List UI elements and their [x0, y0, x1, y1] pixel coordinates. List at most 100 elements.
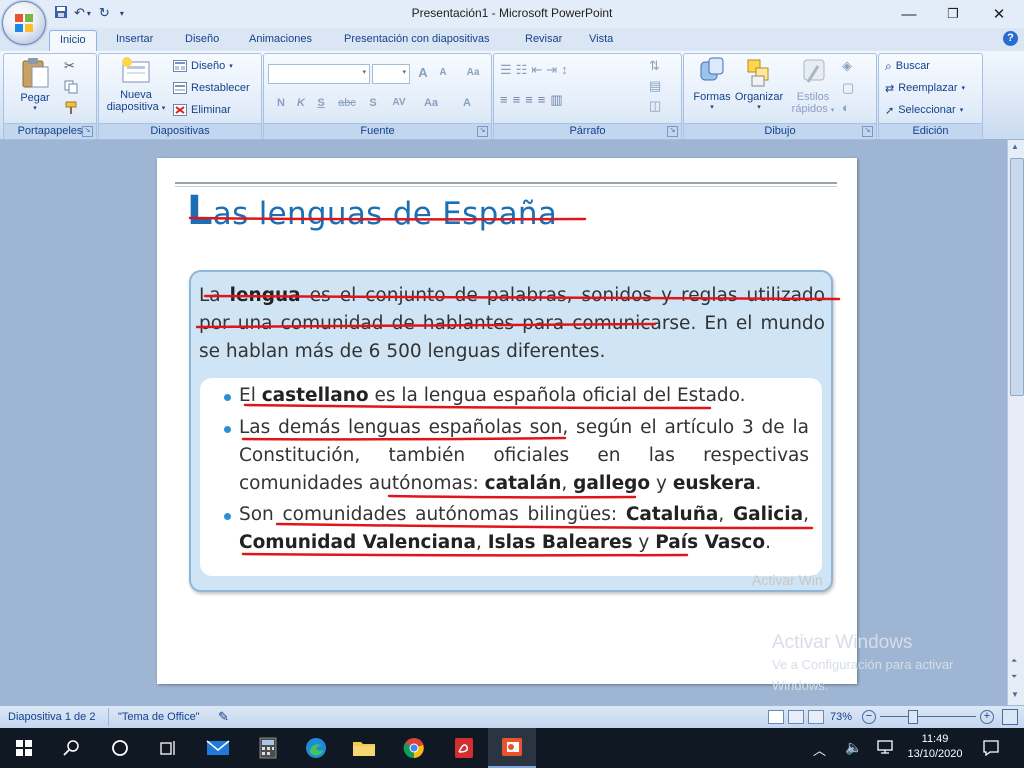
columns-icon[interactable]: ▥: [550, 92, 567, 107]
align-left-icon[interactable]: ≡: [500, 92, 513, 107]
close-button[interactable]: ✕: [976, 0, 1022, 28]
zoom-slider[interactable]: [880, 716, 976, 717]
change-case-button[interactable]: Aa: [418, 94, 444, 112]
slide-title[interactable]: Las lenguas de España: [187, 188, 557, 234]
taskbar-file-explorer[interactable]: [340, 728, 388, 768]
taskbar-acrobat[interactable]: [440, 728, 488, 768]
text-direction-icon[interactable]: ⇅: [649, 58, 660, 74]
font-color-button[interactable]: A: [454, 94, 480, 112]
arrange-button[interactable]: Organizar ▾: [734, 56, 784, 111]
minimize-button[interactable]: —: [886, 0, 932, 28]
taskbar-chrome[interactable]: [390, 728, 438, 768]
font-launcher-icon[interactable]: ↘: [477, 126, 488, 137]
copy-icon[interactable]: [64, 80, 78, 97]
font-name-select[interactable]: ▾: [268, 64, 370, 84]
tab-insertar[interactable]: Insertar: [106, 30, 163, 51]
slide-canvas[interactable]: Las lenguas de España La lengua es el co…: [157, 158, 857, 684]
indent-increase-icon[interactable]: ⇥: [546, 62, 561, 77]
taskbar-edge[interactable]: [292, 728, 340, 768]
search-button[interactable]: [48, 728, 96, 768]
zoom-in-icon[interactable]: +: [980, 710, 994, 724]
reset-button[interactable]: Restablecer: [173, 78, 250, 98]
align-right-icon[interactable]: ≡: [525, 92, 538, 107]
paste-icon: [22, 58, 49, 88]
numbering-icon[interactable]: ☷: [516, 62, 532, 77]
start-button[interactable]: [0, 728, 48, 768]
slideshow-view-icon[interactable]: [808, 710, 824, 724]
italic-button[interactable]: K: [292, 94, 310, 112]
shape-effects-icon[interactable]: ◐: [842, 100, 850, 115]
bullets-icon[interactable]: ☰: [500, 62, 516, 77]
new-slide-icon: [122, 57, 150, 83]
alignment-buttons[interactable]: ≡≡≡≡▥: [500, 92, 568, 108]
definition-box[interactable]: La lengua es el conjunto de palabras, so…: [189, 270, 833, 592]
spellcheck-icon[interactable]: ✎: [218, 709, 229, 725]
clipboard-launcher-icon[interactable]: ↘: [82, 126, 93, 137]
new-slide-label2: diapositiva ▾: [106, 101, 166, 113]
taskbar-calculator[interactable]: [244, 728, 292, 768]
prev-slide-icon[interactable]: ⏶: [1011, 656, 1017, 666]
format-painter-icon[interactable]: [64, 101, 78, 118]
align-center-icon[interactable]: ≡: [513, 92, 526, 107]
tab-diseno[interactable]: Diseño: [175, 30, 229, 51]
tab-revisar[interactable]: Revisar: [515, 30, 572, 51]
cortana-button[interactable]: [96, 728, 144, 768]
drawing-launcher-icon[interactable]: ↘: [862, 126, 873, 137]
paragraph-launcher-icon[interactable]: ↘: [667, 126, 678, 137]
font-size-select[interactable]: ▾: [372, 64, 410, 84]
strikethrough-button[interactable]: abc: [334, 94, 360, 112]
help-icon[interactable]: ?: [1003, 31, 1018, 46]
delete-slide-button[interactable]: Eliminar: [173, 100, 231, 120]
maximize-button[interactable]: ❐: [930, 0, 976, 28]
next-slide-icon[interactable]: ⏷: [1011, 672, 1017, 682]
taskbar-mail[interactable]: [194, 728, 242, 768]
tab-presentacion[interactable]: Presentación con diapositivas: [334, 30, 500, 51]
normal-view-icon[interactable]: [768, 710, 784, 724]
search-icon: [63, 740, 79, 756]
new-slide-button[interactable]: Nueva diapositiva ▾: [103, 56, 169, 113]
notifications-icon[interactable]: [982, 739, 1000, 760]
cut-icon[interactable]: ✂: [64, 58, 75, 74]
smartart-icon[interactable]: ◫: [649, 98, 661, 114]
shapes-button[interactable]: Formas ▾: [688, 56, 736, 111]
select-button[interactable]: ➚ Seleccionar ▾: [885, 100, 963, 120]
paste-button[interactable]: Pegar ▾: [18, 57, 52, 117]
show-hidden-icons-icon[interactable]: ︿: [813, 740, 826, 759]
justify-icon[interactable]: ≡: [538, 92, 551, 107]
find-button[interactable]: ⌕ Buscar: [885, 56, 930, 76]
grow-font-button[interactable]: A: [414, 64, 432, 82]
office-button[interactable]: [2, 1, 46, 45]
list-buttons[interactable]: ☰☷⇤⇥↕: [500, 62, 572, 78]
fit-to-window-icon[interactable]: [1002, 709, 1018, 725]
shape-fill-icon[interactable]: ◈: [842, 58, 852, 74]
shrink-font-button[interactable]: A: [434, 64, 452, 82]
char-spacing-button[interactable]: AV: [386, 94, 412, 112]
line-spacing-icon[interactable]: ↕: [561, 62, 572, 77]
tab-vista[interactable]: Vista: [579, 30, 623, 51]
bold-button[interactable]: N: [272, 94, 290, 112]
taskbar-powerpoint[interactable]: [488, 728, 536, 768]
scroll-down-icon[interactable]: ▼: [1011, 690, 1019, 699]
vertical-scroll-thumb[interactable]: [1010, 158, 1024, 396]
network-icon[interactable]: [876, 739, 894, 758]
window-title: Presentación1 - Microsoft PowerPoint: [411, 6, 613, 20]
zoom-level[interactable]: 73%: [830, 711, 852, 723]
tab-inicio[interactable]: Inicio: [49, 30, 97, 52]
tab-animaciones[interactable]: Animaciones: [239, 30, 322, 51]
clear-format-icon[interactable]: Aa: [464, 64, 482, 82]
system-clock[interactable]: 11:49 13/10/2020: [905, 732, 965, 762]
zoom-slider-thumb[interactable]: [908, 710, 918, 724]
align-text-icon[interactable]: ▤: [649, 78, 661, 94]
quick-styles-button[interactable]: Estilos rápidos ▾: [788, 56, 838, 115]
shadow-button[interactable]: S: [364, 94, 382, 112]
volume-icon[interactable]: 🔈: [845, 739, 862, 756]
task-view-button[interactable]: [144, 728, 192, 768]
replace-button[interactable]: ⇄ Reemplazar ▾: [885, 78, 965, 98]
scroll-up-icon[interactable]: ▲: [1011, 142, 1019, 151]
shape-outline-icon[interactable]: ▢: [842, 80, 854, 96]
indent-decrease-icon[interactable]: ⇤: [531, 62, 546, 77]
slide-sorter-icon[interactable]: [788, 710, 804, 724]
underline-button[interactable]: S: [312, 94, 330, 112]
layout-button[interactable]: Diseño ▾: [173, 56, 233, 76]
zoom-out-icon[interactable]: −: [862, 710, 876, 724]
